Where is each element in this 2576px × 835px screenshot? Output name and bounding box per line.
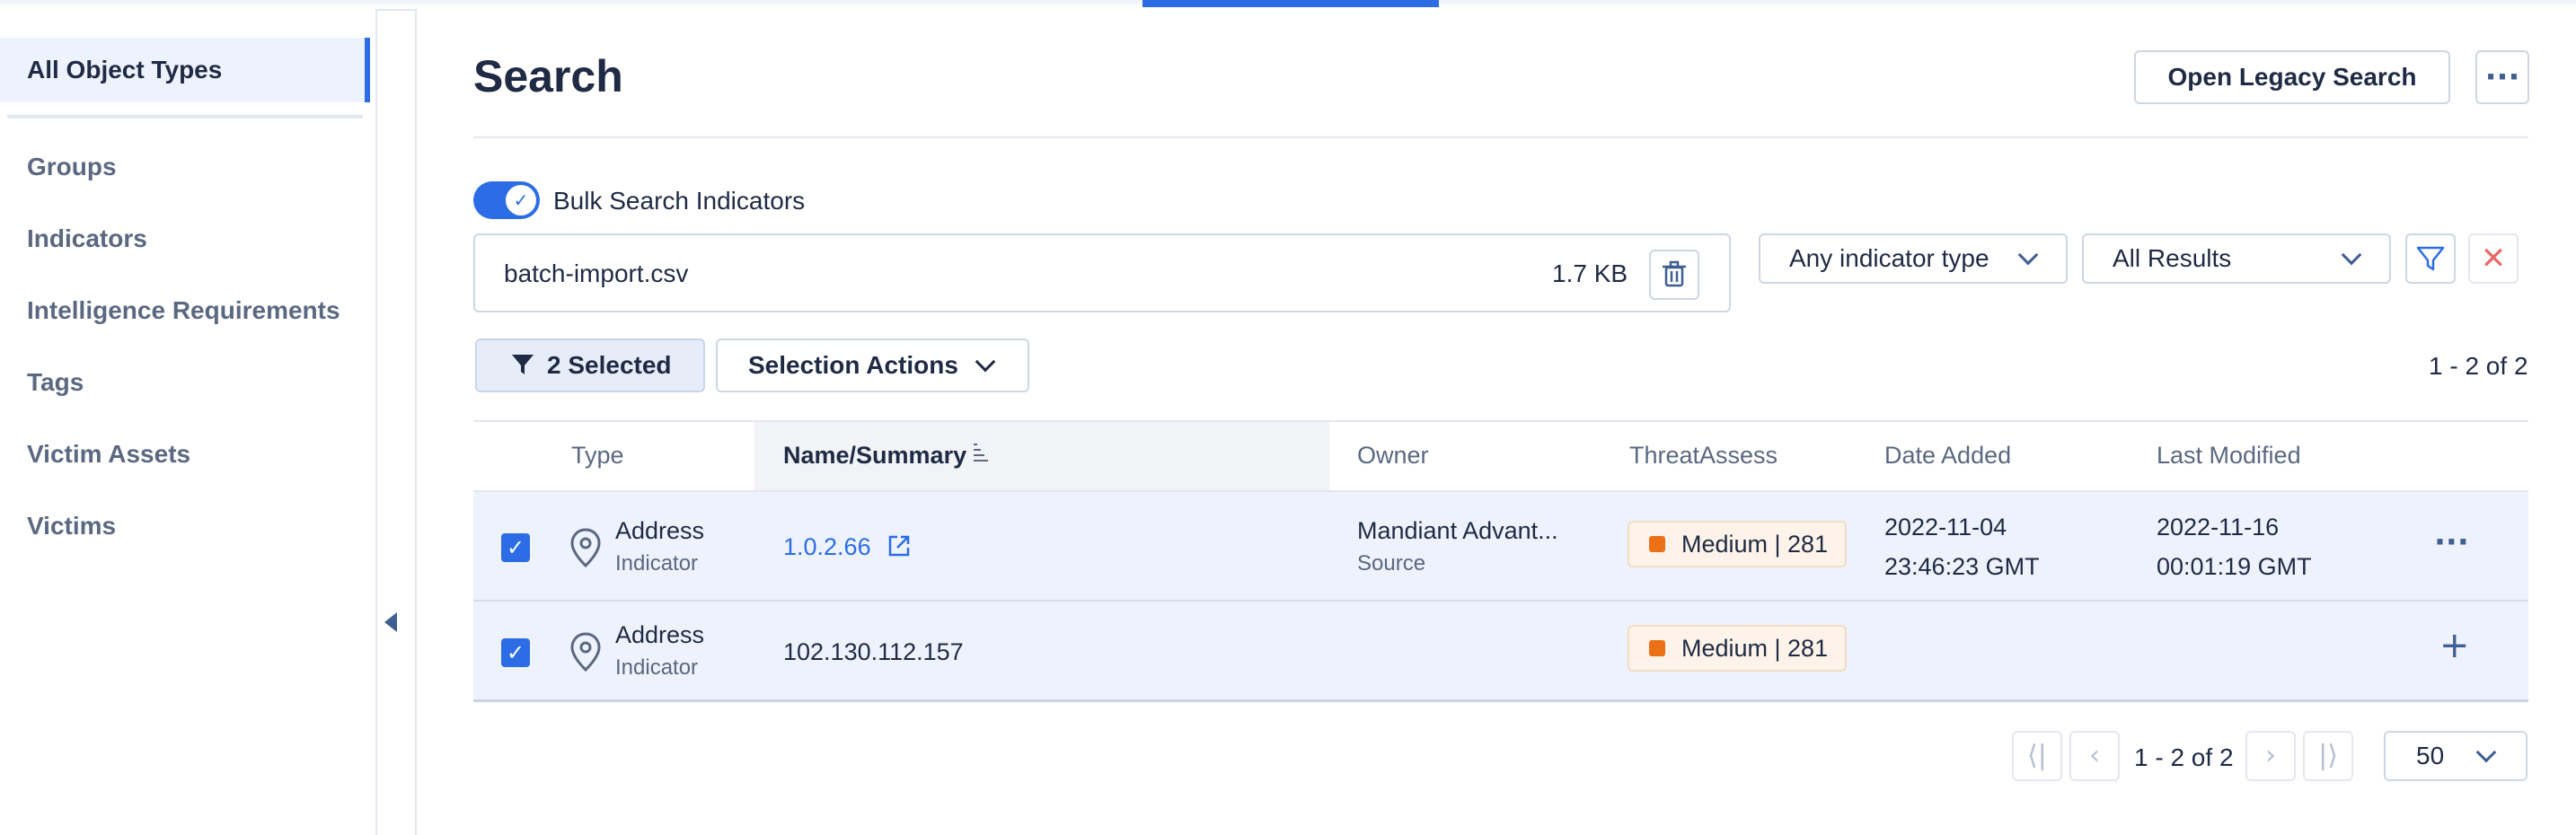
indicator-type-select[interactable]: Any indicator type: [1759, 233, 2068, 284]
results-value: All Results: [2113, 244, 2232, 272]
sidebar-item-intelligence-requirements[interactable]: Intelligence Requirements: [27, 296, 340, 325]
first-page-button[interactable]: ⟨|: [2012, 731, 2062, 781]
external-link-icon[interactable]: [886, 532, 913, 559]
trash-icon: [1663, 260, 1686, 287]
page-title: Search: [473, 51, 623, 101]
header-divider: [473, 136, 2528, 138]
row-date-added-time: 23:46:23 GMT: [1884, 553, 2040, 580]
first-page-icon: ⟨|: [2027, 740, 2047, 771]
chevron-down-icon: [2017, 244, 2039, 266]
row-checkbox[interactable]: ✓: [501, 638, 530, 667]
threat-badge: Medium | 281: [1628, 625, 1847, 672]
column-header-type[interactable]: Type: [571, 442, 624, 470]
indicator-type-value: Any indicator type: [1789, 244, 1989, 272]
more-options-button[interactable]: ···: [2475, 50, 2529, 104]
more-horizontal-icon: ···: [2484, 59, 2520, 95]
row-name: 102.130.112.157: [783, 638, 964, 665]
collapse-sidebar-icon[interactable]: [384, 612, 397, 632]
page-size-select[interactable]: 50: [2384, 731, 2527, 781]
sidebar-item-groups[interactable]: Groups: [27, 153, 117, 181]
row-type-sub: Indicator: [615, 655, 699, 680]
file-size: 1.7 KB: [1552, 259, 1628, 287]
column-header-owner[interactable]: Owner: [1357, 442, 1429, 470]
check-icon: ✓: [506, 185, 536, 215]
sidebar-item-tags[interactable]: Tags: [27, 368, 84, 397]
sidebar-divider: [7, 115, 363, 119]
sidebar: All Object Types Groups Indicators Intel…: [0, 0, 375, 835]
chevron-left-icon: ‹: [2089, 740, 2100, 771]
selected-count-label: 2 Selected: [547, 351, 672, 379]
column-header-name-summary[interactable]: Name/Summary: [783, 442, 966, 470]
last-page-icon: |⟩: [2318, 740, 2338, 771]
chevron-right-icon: ›: [2265, 740, 2276, 771]
sort-icon: [974, 444, 988, 461]
threat-value: Medium | 281: [1681, 531, 1829, 558]
sidebar-collapse-panel: [375, 9, 417, 835]
next-page-button[interactable]: ›: [2245, 731, 2296, 781]
pagination-text: 1 - 2 of 2: [2134, 743, 2234, 771]
filter-button[interactable]: [2405, 233, 2456, 284]
delete-file-button[interactable]: [1649, 250, 1699, 300]
row-more-icon[interactable]: ···: [2434, 524, 2469, 560]
sidebar-item-victim-assets[interactable]: Victim Assets: [27, 440, 190, 469]
filter-icon: [2416, 246, 2445, 271]
sidebar-item-label: All Object Types: [27, 56, 223, 84]
column-header-date-added[interactable]: Date Added: [1884, 442, 2011, 470]
page-size-value: 50: [2416, 742, 2445, 769]
add-icon[interactable]: +: [2439, 625, 2470, 666]
row-date-added: 2022-11-04: [1884, 514, 2007, 541]
row-last-modified-time: 00:01:19 GMT: [2157, 553, 2312, 580]
sidebar-item-indicators[interactable]: Indicators: [27, 224, 147, 253]
row-owner: Mandiant Advant...: [1357, 517, 1558, 544]
sidebar-item-victims[interactable]: Victims: [27, 512, 116, 541]
row-checkbox[interactable]: ✓: [501, 533, 530, 562]
threat-level-dot: [1649, 536, 1665, 552]
table-row[interactable]: [473, 492, 2528, 602]
bulk-search-toggle[interactable]: ✓: [473, 181, 540, 219]
row-type: Address: [615, 621, 705, 648]
top-active-indicator: [1142, 0, 1439, 7]
clear-filters-button[interactable]: ✕: [2468, 233, 2519, 284]
results-select[interactable]: All Results: [2082, 233, 2391, 284]
row-type: Address: [615, 517, 705, 544]
row-name-link[interactable]: 1.0.2.66: [783, 533, 871, 561]
row-type-sub: Indicator: [615, 551, 699, 576]
column-header-threatassess[interactable]: ThreatAssess: [1629, 442, 1778, 470]
bulk-search-label: Bulk Search Indicators: [553, 187, 806, 215]
file-name: batch-import.csv: [504, 259, 689, 287]
chevron-down-icon: [2341, 244, 2362, 266]
map-pin-icon: [570, 632, 601, 672]
row-owner-sub: Source: [1357, 551, 1426, 576]
row-last-modified: 2022-11-16: [2157, 514, 2280, 541]
close-icon: ✕: [2480, 241, 2507, 277]
sidebar-active-bar: [365, 38, 370, 102]
map-pin-icon: [570, 528, 601, 568]
threat-value: Medium | 281: [1681, 635, 1829, 662]
open-legacy-search-button[interactable]: Open Legacy Search: [2134, 50, 2450, 104]
column-header-last-modified[interactable]: Last Modified: [2157, 442, 2301, 470]
results-range: 1 - 2 of 2: [2429, 352, 2528, 380]
threat-badge: Medium | 281: [1628, 521, 1847, 567]
selection-actions-button[interactable]: Selection Actions: [716, 338, 1029, 392]
selection-actions-label: Selection Actions: [748, 351, 958, 379]
chevron-down-icon: [975, 351, 996, 373]
table-row[interactable]: [473, 602, 2528, 702]
prev-page-button[interactable]: ‹: [2069, 731, 2120, 781]
chevron-down-icon: [2475, 742, 2497, 763]
last-page-button[interactable]: |⟩: [2303, 731, 2353, 781]
threat-level-dot: [1649, 640, 1665, 656]
funnel-icon: [512, 355, 534, 374]
